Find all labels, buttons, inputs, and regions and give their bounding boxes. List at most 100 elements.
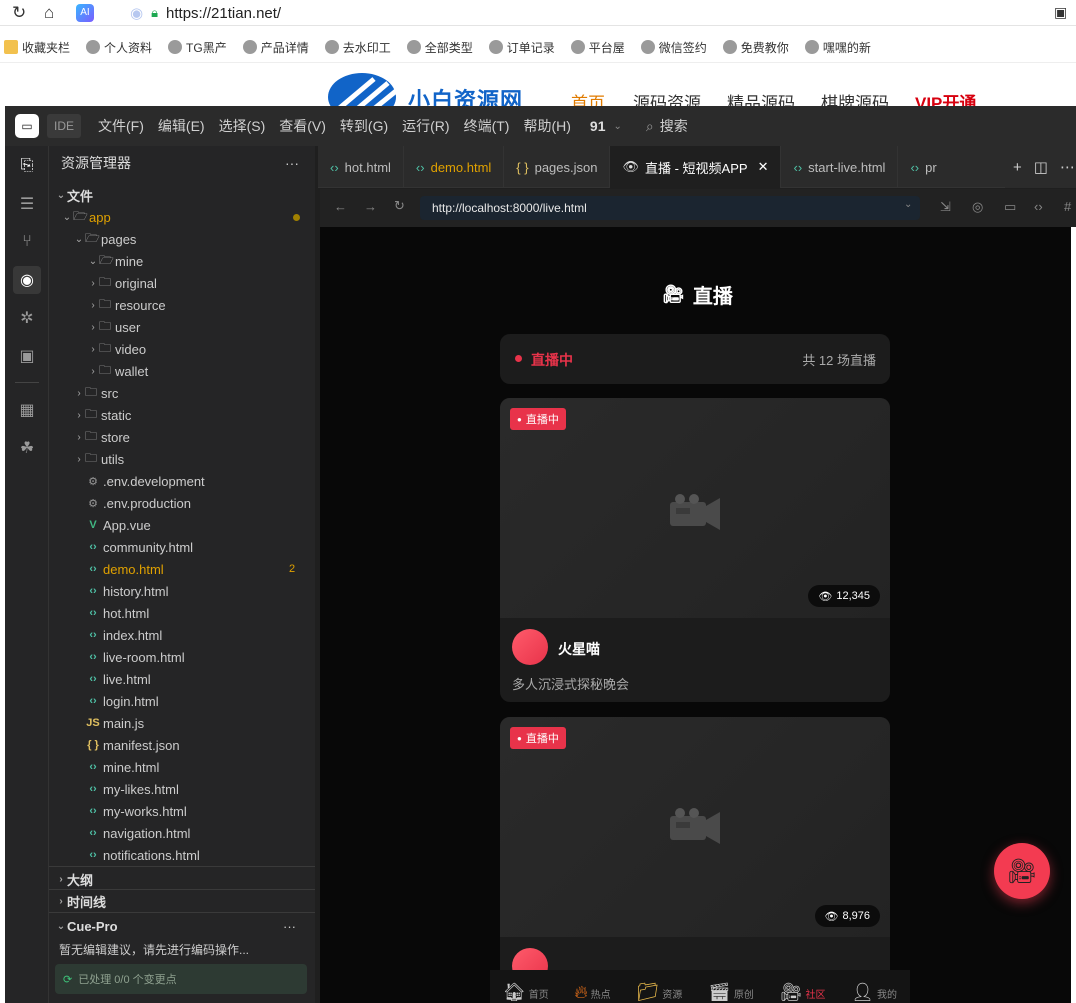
menu-item[interactable]: 帮助(H) xyxy=(516,116,577,136)
tree-file[interactable]: ‹› navigation.html xyxy=(73,822,190,844)
files-section-header[interactable]: ⌄ 文件 xyxy=(55,184,93,206)
menu-item[interactable]: 编辑(E) xyxy=(151,116,212,136)
search-icon[interactable]: ⌕ xyxy=(646,118,654,135)
bottom-nav-item[interactable]: 🎥︎ 社区 xyxy=(780,983,826,1001)
host-name[interactable]: 火星喵 xyxy=(558,639,600,659)
tree-folder-app[interactable]: ⌄ 🗁︎ app xyxy=(61,206,111,228)
tree-file[interactable]: ‹› my-works.html xyxy=(73,800,186,822)
live-card[interactable]: ● 直播中 👁︎ 8,976 xyxy=(500,717,890,1003)
bookmark-item[interactable]: 微信签约 xyxy=(640,39,707,56)
tree-file[interactable]: ⚙ .env.development xyxy=(73,470,205,492)
device-icon[interactable]: ▭ xyxy=(1004,199,1016,215)
editor-tab[interactable]: { } pages.json xyxy=(504,146,611,188)
back-icon[interactable]: ← xyxy=(334,199,347,214)
tree-folder[interactable]: › 🗀︎ wallet xyxy=(87,360,148,382)
tree-file[interactable]: ‹› live-room.html xyxy=(73,646,184,668)
refresh-icon[interactable]: ↻ xyxy=(394,198,405,214)
start-live-button[interactable]: 🎥︎ xyxy=(994,843,1050,899)
tree-folder[interactable]: ⌄ 🗁︎ mine xyxy=(87,250,143,272)
preview-eye-icon[interactable]: ◉ xyxy=(13,266,41,294)
menu-item[interactable]: 文件(F) xyxy=(91,116,151,136)
remote-display-icon[interactable]: ▣ xyxy=(13,342,41,370)
bookmark-item[interactable]: 收藏夹栏 xyxy=(4,39,70,56)
inspect-icon[interactable]: ⇲ xyxy=(940,199,951,215)
plugin-leaf-icon[interactable]: ☘ xyxy=(13,434,41,462)
scrollbar[interactable] xyxy=(1071,227,1076,1003)
tree-folder[interactable]: › 🗀︎ resource xyxy=(87,294,165,316)
tree-file[interactable]: ‹› demo.html 2 xyxy=(73,558,295,580)
tree-file[interactable]: ‹› live.html xyxy=(73,668,150,690)
hash-icon[interactable]: # xyxy=(1064,199,1071,214)
bookmark-item[interactable]: 平台屋 xyxy=(570,39,625,56)
tree-file[interactable]: ‹› community.html xyxy=(73,536,193,558)
home-icon[interactable]: ⌂ xyxy=(44,3,54,23)
ide-logo-icon[interactable]: ▭ xyxy=(15,114,39,138)
tree-file[interactable]: ‹› login.html xyxy=(73,690,158,712)
tree-file[interactable]: ‹› my-likes.html xyxy=(73,778,179,800)
tree-file[interactable]: { } manifest.json xyxy=(73,734,179,756)
bookmark-item[interactable]: 嘿嘿的新 xyxy=(804,39,871,56)
bookmark-item[interactable]: 全部类型 xyxy=(406,39,473,56)
chevron-down-icon[interactable]: ⌄ xyxy=(613,121,621,132)
tree-folder[interactable]: › 🗀︎ utils xyxy=(73,448,124,470)
ai-extension-icon[interactable]: AI xyxy=(76,4,94,22)
menu-item[interactable]: 查看(V) xyxy=(272,116,333,136)
address-bar[interactable]: ◉ 🔒︎ https://21tian.net/ xyxy=(130,0,1060,26)
cue-more-icon[interactable]: ··· xyxy=(283,915,296,937)
menu-item[interactable]: 终端(T) xyxy=(457,116,517,136)
bookmark-item[interactable]: 产品详情 xyxy=(242,39,309,56)
tree-file[interactable]: ‹› history.html xyxy=(73,580,168,602)
chevron-down-icon[interactable]: ⌄ xyxy=(904,199,912,210)
command-search[interactable]: 搜索 xyxy=(660,116,688,136)
code-icon[interactable]: ‹› xyxy=(1034,199,1043,214)
extensions-icon[interactable]: ▦ xyxy=(13,396,41,424)
menu-item[interactable]: 运行(R) xyxy=(395,116,456,136)
tree-file[interactable]: ‹› mine.html xyxy=(73,756,159,778)
bottom-nav-item[interactable]: 🏠︎ 首页 xyxy=(503,983,549,1001)
close-icon[interactable]: ✕ xyxy=(758,159,769,175)
editor-tab[interactable]: ‹› start-live.html xyxy=(781,146,899,188)
tree-folder[interactable]: ⌄ 🗁︎ pages xyxy=(73,228,137,250)
tree-file[interactable]: ‹› notifications.html xyxy=(73,844,200,866)
bookmark-item[interactable]: 订单记录 xyxy=(488,39,555,56)
reload-icon[interactable]: ↻ xyxy=(12,3,26,23)
notification-counter[interactable]: 91 xyxy=(590,118,606,134)
editor-tab[interactable]: 👁︎ 直播 - 短视频APP ✕ xyxy=(610,146,782,188)
screenshot-icon[interactable]: ▣ xyxy=(1054,4,1067,21)
tree-file[interactable]: ‹› hot.html xyxy=(73,602,149,624)
cue-pro-section[interactable]: ⌄ Cue-Pro xyxy=(55,915,118,937)
editor-tab[interactable]: ‹› pr xyxy=(898,146,938,188)
menu-item[interactable]: 转到(G) xyxy=(333,116,395,136)
bottom-nav-item[interactable]: 👤︎ 我的 xyxy=(851,983,897,1001)
site-info-icon[interactable]: ◉ xyxy=(130,4,143,22)
forward-icon[interactable]: → xyxy=(364,199,377,214)
tree-file[interactable]: ‹› index.html xyxy=(73,624,162,646)
more-icon[interactable]: ⋯ xyxy=(1060,158,1075,176)
bottom-nav-item[interactable]: 📁︎ 资源 xyxy=(636,983,682,1001)
editor-tab[interactable]: ‹› hot.html xyxy=(318,146,404,188)
tree-folder[interactable]: › 🗀︎ original xyxy=(87,272,157,294)
bottom-nav-item[interactable]: 🎬︎ 原创 xyxy=(708,983,754,1001)
debug-icon[interactable]: ✲ xyxy=(13,304,41,332)
search-files-icon[interactable]: ☰ xyxy=(13,190,41,218)
outline-section[interactable]: › 大纲 xyxy=(55,868,93,890)
tree-file[interactable]: V App.vue xyxy=(73,514,150,536)
bookmark-item[interactable]: 个人资料 xyxy=(86,39,152,56)
tree-folder[interactable]: › 🗀︎ video xyxy=(87,338,146,360)
split-editor-icon[interactable]: ◫ xyxy=(1034,158,1048,176)
source-control-icon[interactable]: ⑂ xyxy=(13,228,41,256)
tree-file[interactable]: JS main.js xyxy=(73,712,144,734)
bottom-nav-item[interactable]: 🔥︎ 热点 xyxy=(574,983,610,1001)
compass-icon[interactable]: ◎ xyxy=(972,199,983,215)
editor-tab[interactable]: ‹› demo.html xyxy=(404,146,505,188)
bookmark-item[interactable]: 去水印工 xyxy=(324,39,391,56)
tree-folder[interactable]: › 🗀︎ static xyxy=(73,404,131,426)
more-actions-icon[interactable]: ··· xyxy=(285,152,299,174)
tree-folder[interactable]: › 🗀︎ user xyxy=(87,316,140,338)
tree-folder[interactable]: › 🗀︎ src xyxy=(73,382,118,404)
bookmark-item[interactable]: TG黑产 xyxy=(168,39,227,56)
live-card[interactable]: ● 直播中 👁︎ 12,345 火星喵 多人沉浸式探秘晚会 xyxy=(500,398,890,702)
preview-url-input[interactable]: http://localhost:8000/live.html xyxy=(420,196,920,220)
new-tab-icon[interactable]: + xyxy=(1013,159,1022,176)
timeline-section[interactable]: › 时间线 xyxy=(55,890,106,912)
